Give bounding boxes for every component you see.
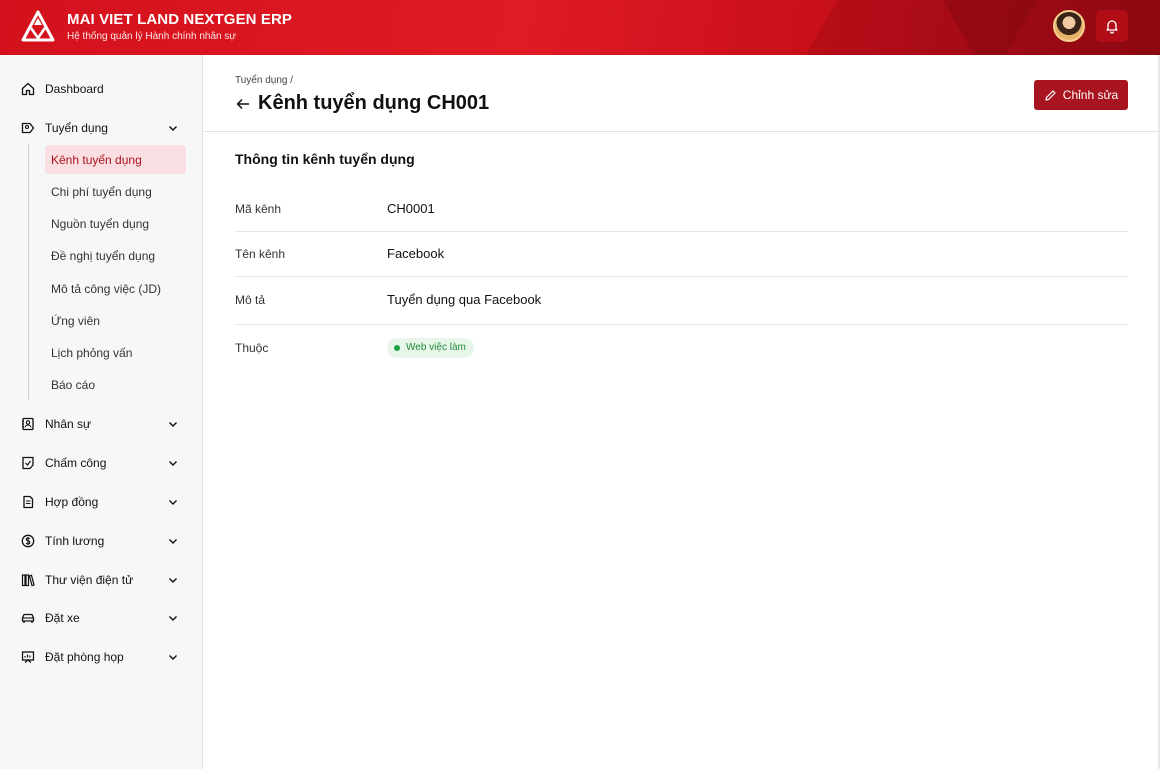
- breadcrumb[interactable]: Tuyển dụng /: [235, 75, 293, 86]
- sidebar-item-dashboard[interactable]: Dashboard: [0, 77, 203, 101]
- chevron-down-icon[interactable]: [166, 611, 180, 625]
- sidebar-subitem-chi-phi[interactable]: Chi phí tuyển dụng: [45, 177, 186, 206]
- sidebar-item-nhan-su[interactable]: Nhân sự: [0, 412, 203, 436]
- edit-button-label: Chỉnh sửa: [1062, 88, 1119, 102]
- status-badge-label: Web việc làm: [406, 342, 466, 353]
- contact-card-icon: [20, 416, 36, 432]
- sidebar-item-label: Thư viện điện tử: [45, 573, 134, 587]
- submenu-rail: [28, 144, 29, 400]
- chevron-down-icon[interactable]: [166, 417, 180, 431]
- edit-button[interactable]: Chỉnh sửa: [1034, 80, 1128, 110]
- sidebar-item-label: Tuyển dụng: [45, 121, 108, 135]
- chevron-down-icon[interactable]: [166, 495, 180, 509]
- chevron-down-icon[interactable]: [166, 534, 180, 548]
- sidebar: Dashboard Tuyển dụng Kênh tuyển dụng Chi…: [0, 55, 203, 769]
- pencil-icon: [1045, 89, 1056, 101]
- recruit-icon: [20, 120, 36, 136]
- sidebar-subitem-label: Kênh tuyển dụng: [51, 153, 142, 167]
- sidebar-subitem-ung-vien[interactable]: Ứng viên: [45, 306, 186, 335]
- sidebar-subitem-de-nghi[interactable]: Đề nghị tuyển dụng: [45, 241, 186, 270]
- sidebar-item-label: Dashboard: [45, 82, 104, 96]
- chevron-down-icon[interactable]: [166, 573, 180, 587]
- document-icon: [20, 494, 36, 510]
- row-divider: [235, 276, 1128, 277]
- field-label-ma-kenh: Mã kênh: [235, 202, 282, 216]
- notifications-button[interactable]: [1096, 10, 1128, 42]
- sidebar-item-label: Nhân sự: [45, 417, 92, 431]
- sidebar-subitem-label: Mô tả công việc (JD): [51, 282, 162, 296]
- dollar-icon: [20, 533, 36, 549]
- sidebar-subitem-label: Đề nghị tuyển dụng: [51, 249, 156, 263]
- brand-subtitle: Hệ thống quản lý Hành chính nhân sự: [67, 31, 237, 42]
- field-value-mo-ta: Tuyển dụng qua Facebook: [387, 292, 542, 307]
- sidebar-subitem-label: Chi phí tuyển dụng: [51, 185, 152, 199]
- home-icon: [20, 81, 36, 97]
- section-title: Thông tin kênh tuyển dụng: [235, 151, 415, 167]
- chevron-down-icon[interactable]: [166, 121, 180, 135]
- sidebar-item-tuyen-dung[interactable]: Tuyển dụng: [0, 116, 203, 140]
- field-value-ten-kenh: Facebook: [387, 246, 445, 261]
- user-avatar[interactable]: [1053, 10, 1085, 42]
- sidebar-item-label: Đặt xe: [45, 611, 80, 625]
- sidebar-subitem-label: Ứng viên: [51, 314, 100, 328]
- sidebar-item-label: Đặt phòng họp: [45, 650, 124, 664]
- chevron-down-icon[interactable]: [166, 650, 180, 664]
- page-title: Kênh tuyển dụng CH001: [258, 92, 490, 114]
- car-icon: [20, 610, 36, 626]
- back-arrow-icon[interactable]: [235, 96, 251, 112]
- divider: [203, 131, 1160, 132]
- chevron-down-icon[interactable]: [166, 456, 180, 470]
- sidebar-subitem-kenh-tuyen-dung[interactable]: Kênh tuyển dụng: [45, 145, 186, 174]
- timesheet-icon: [20, 455, 36, 471]
- sidebar-subitem-bao-cao[interactable]: Báo cáo: [45, 370, 186, 399]
- meeting-room-icon: [20, 649, 36, 665]
- sidebar-subitem-nguon[interactable]: Nguồn tuyển dụng: [45, 209, 186, 238]
- sidebar-subitem-label: Báo cáo: [51, 378, 96, 392]
- sidebar-subitem-label: Lịch phỏng vấn: [51, 346, 133, 360]
- field-label-thuoc: Thuộc: [235, 341, 269, 355]
- sidebar-subitem-label: Nguồn tuyển dụng: [51, 217, 150, 231]
- app-header: MAI VIET LAND NEXTGEN ERP Hệ thống quản …: [0, 0, 1160, 55]
- sidebar-item-tinh-luong[interactable]: Tính lương: [0, 529, 203, 553]
- sidebar-item-cham-cong[interactable]: Chấm công: [0, 451, 203, 475]
- sidebar-subitem-mo-ta-cong-viec[interactable]: Mô tả công việc (JD): [45, 274, 186, 303]
- status-dot-icon: [394, 345, 400, 351]
- field-value-ma-kenh: CH0001: [387, 201, 435, 216]
- mai-viet-land-logo-icon[interactable]: [21, 10, 55, 44]
- bell-icon: [1106, 20, 1118, 34]
- sidebar-item-label: Tính lương: [45, 534, 105, 548]
- row-divider: [235, 231, 1128, 232]
- sidebar-item-dat-phong-hop[interactable]: Đặt phòng họp: [0, 645, 203, 669]
- sidebar-item-label: Chấm công: [45, 456, 107, 470]
- sidebar-item-label: Hợp đồng: [45, 495, 99, 509]
- status-badge: Web việc làm: [387, 338, 474, 358]
- brand-title: MAI VIET LAND NEXTGEN ERP: [67, 11, 293, 28]
- sidebar-subitem-lich-phong-van[interactable]: Lịch phỏng vấn: [45, 338, 186, 367]
- field-label-ten-kenh: Tên kênh: [235, 247, 286, 261]
- field-label-mo-ta: Mô tả: [235, 293, 266, 307]
- row-divider: [235, 324, 1128, 325]
- sidebar-item-thu-vien[interactable]: Thư viện điện tử: [0, 568, 203, 592]
- sidebar-item-dat-xe[interactable]: Đặt xe: [0, 606, 203, 630]
- sidebar-item-hop-dong[interactable]: Hợp đồng: [0, 490, 203, 514]
- library-icon: [20, 572, 36, 588]
